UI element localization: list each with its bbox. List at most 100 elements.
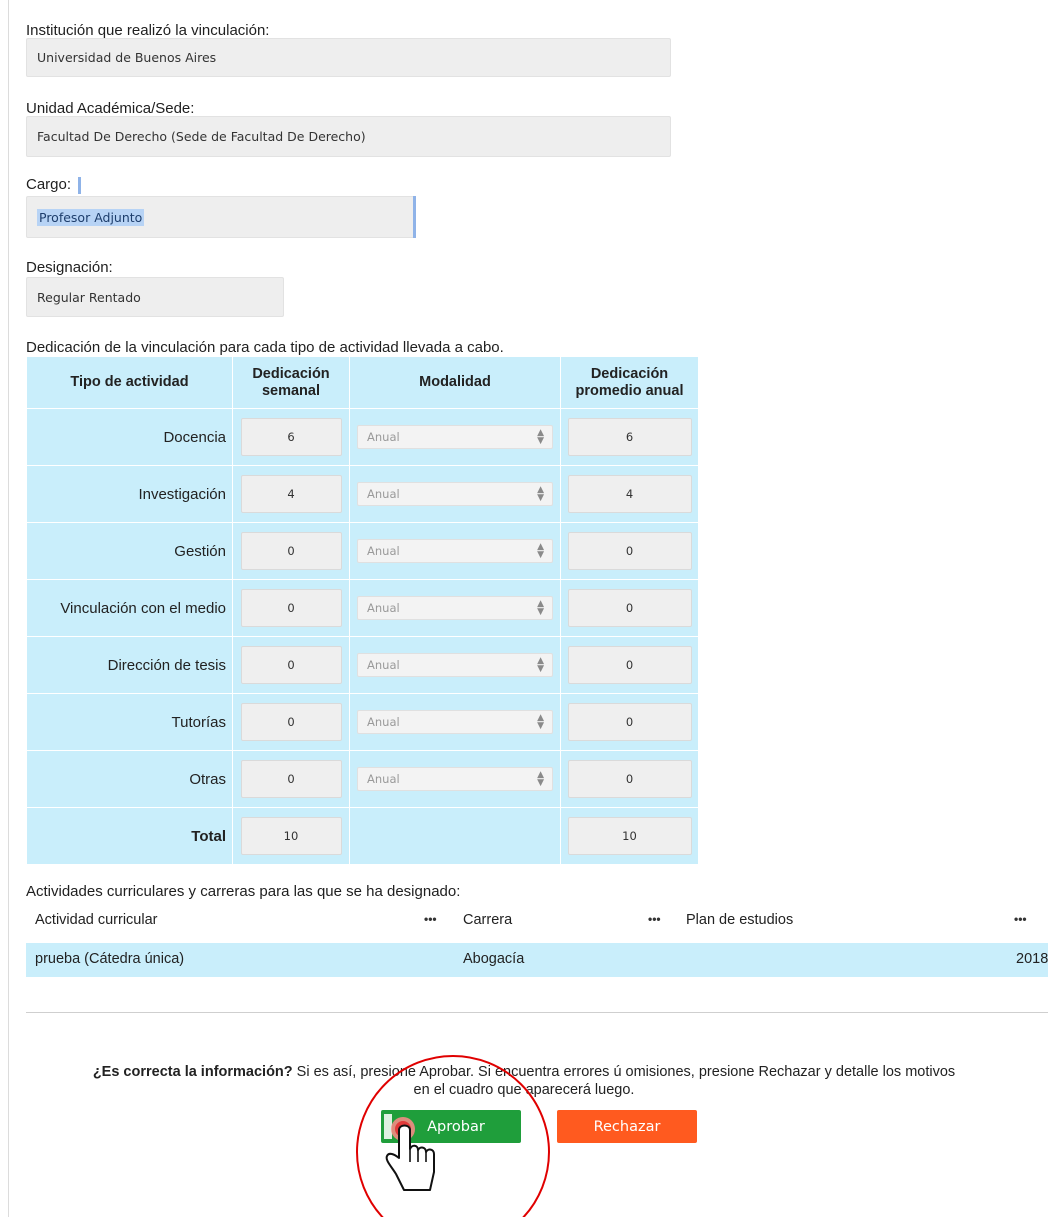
semanal-input[interactable]: 0 (240, 703, 342, 741)
semanal-cell: 0 (232, 579, 350, 637)
semanal-input[interactable]: 0 (240, 760, 342, 798)
modalidad-cell: Anual ▲ ▼ (349, 636, 561, 694)
dedication-row: Investigación 4 Anual ▲ ▼ 4 (26, 465, 699, 523)
unidad-value: Facultad De Derecho (Sede de Facultad De… (37, 129, 366, 144)
approve-label: Aprobar (427, 1118, 485, 1135)
header-modalidad: Modalidad (349, 356, 561, 409)
designacion-value: Regular Rentado (37, 289, 141, 305)
modalidad-select[interactable]: Anual ▲ ▼ (357, 482, 553, 506)
modalidad-select[interactable]: Anual ▲ ▼ (357, 767, 553, 791)
modalidad-value: Anual (367, 772, 400, 786)
actividad-cell: Gestión (26, 522, 233, 580)
select-arrows-icon: ▲ ▼ (537, 770, 544, 788)
total-row: Total 10 10 (26, 807, 699, 865)
modalidad-cell: Anual ▲ ▼ (349, 693, 561, 751)
anual-cell: 0 (560, 522, 699, 580)
total-anual: 10 (567, 817, 692, 855)
dedication-row: Gestión 0 Anual ▲ ▼ 0 (26, 522, 699, 580)
anual-cell: 0 (560, 579, 699, 637)
institucion-value: Universidad de Buenos Aires (37, 50, 217, 65)
anual-cell: 0 (560, 750, 699, 808)
modalidad-value: Anual (367, 487, 400, 501)
col-actividad[interactable]: Actividad curricular (35, 912, 158, 928)
anual-input[interactable]: 6 (567, 418, 692, 456)
modalidad-value: Anual (367, 715, 400, 729)
row-actividad: prueba (Cátedra única) (35, 951, 185, 967)
actividad-cell: Vinculación con el medio (26, 579, 233, 637)
dedication-row: Tutorías 0 Anual ▲ ▼ 0 (26, 693, 699, 751)
institucion-field: Universidad de Buenos Aires (26, 38, 671, 77)
col-actividad-menu-icon[interactable]: ••• (424, 912, 437, 926)
modalidad-cell: Anual ▲ ▼ (349, 750, 561, 808)
semanal-input[interactable]: 0 (240, 589, 342, 627)
institucion-label: Institución que realizó la vinculación: (26, 22, 270, 39)
confirm-question: ¿Es correcta la información? Si es así, … (0, 1063, 1048, 1099)
anual-cell: 4 (560, 465, 699, 523)
semanal-input[interactable]: 4 (240, 475, 342, 513)
modalidad-select[interactable]: Anual ▲ ▼ (357, 596, 553, 620)
semanal-cell: 0 (232, 750, 350, 808)
semanal-input[interactable]: 0 (240, 646, 342, 684)
col-carrera[interactable]: Carrera (463, 912, 512, 928)
approve-button[interactable]: Aprobar (381, 1110, 521, 1143)
cargo-label: Cargo: (26, 176, 72, 193)
dedication-caption: Dedicación de la vinculación para cada t… (26, 339, 504, 356)
semanal-cell: 0 (232, 636, 350, 694)
actividad-cell: Tutorías (26, 693, 233, 751)
total-semanal: 10 (240, 817, 342, 855)
row-carrera: Abogacía (463, 951, 525, 967)
modalidad-select[interactable]: Anual ▲ ▼ (357, 710, 553, 734)
modalidad-cell: Anual ▲ ▼ (349, 522, 561, 580)
semanal-input[interactable]: 0 (240, 532, 342, 570)
confirm-question-bold: ¿Es correcta la información? (92, 1064, 293, 1080)
select-arrows-icon: ▲ ▼ (537, 485, 544, 503)
semanal-input[interactable]: 6 (240, 418, 342, 456)
anual-input[interactable]: 0 (567, 532, 692, 570)
dedication-table: Tipo de actividad Dedicación semanal Moda… (26, 356, 699, 865)
dedication-header-row: Tipo de actividad Dedicación semanal Moda… (26, 356, 699, 409)
dedication-row: Dirección de tesis 0 Anual ▲ ▼ 0 (26, 636, 699, 694)
header-semanal: Dedicación semanal (232, 356, 350, 409)
selection-caret (78, 177, 81, 194)
anual-input[interactable]: 0 (567, 646, 692, 684)
approve-focus-mark (384, 1114, 392, 1139)
modalidad-cell: Anual ▲ ▼ (349, 465, 561, 523)
curricular-row[interactable]: prueba (Cátedra única) Abogacía 2018 (26, 943, 1048, 977)
select-arrows-icon: ▲ ▼ (537, 542, 544, 560)
row-plan: 2018 (1016, 951, 1048, 967)
divider (26, 1012, 1048, 1013)
designacion-label: Designación: (26, 259, 113, 276)
total-modalidad-cell (349, 807, 561, 865)
anual-input[interactable]: 4 (567, 475, 692, 513)
unidad-label: Unidad Académica/Sede: (26, 100, 195, 117)
modalidad-select[interactable]: Anual ▲ ▼ (357, 539, 553, 563)
actividad-cell: Dirección de tesis (26, 636, 233, 694)
header-tipo: Tipo de actividad (26, 356, 233, 409)
actividad-cell: Investigación (26, 465, 233, 523)
semanal-cell: 4 (232, 465, 350, 523)
modalidad-value: Anual (367, 658, 400, 672)
modalidad-select[interactable]: Anual ▲ ▼ (357, 425, 553, 449)
dedication-row: Docencia 6 Anual ▲ ▼ 6 (26, 408, 699, 466)
anual-input[interactable]: 0 (567, 703, 692, 741)
left-border (8, 0, 9, 1217)
curricular-grid-header: Actividad curricular ••• Carrera ••• Pla… (26, 906, 1048, 936)
modalidad-cell: Anual ▲ ▼ (349, 408, 561, 466)
actividad-cell: Docencia (26, 408, 233, 466)
anual-input[interactable]: 0 (567, 760, 692, 798)
anual-input[interactable]: 0 (567, 589, 692, 627)
confirm-question-line2: en el cuadro que aparecerá luego. (413, 1082, 635, 1098)
select-arrows-icon: ▲ ▼ (537, 599, 544, 617)
reject-label: Rechazar (593, 1118, 661, 1135)
select-arrows-icon: ▲ ▼ (537, 428, 544, 446)
col-plan-menu-icon[interactable]: ••• (1014, 912, 1027, 926)
col-carrera-menu-icon[interactable]: ••• (648, 912, 661, 926)
total-semanal-cell: 10 (232, 807, 350, 865)
total-label: Total (26, 807, 233, 865)
designacion-field: Regular Rentado (26, 277, 284, 317)
reject-button[interactable]: Rechazar (557, 1110, 697, 1143)
select-arrows-icon: ▲ ▼ (537, 656, 544, 674)
total-anual-cell: 10 (560, 807, 699, 865)
modalidad-select[interactable]: Anual ▲ ▼ (357, 653, 553, 677)
col-plan[interactable]: Plan de estudios (686, 912, 793, 928)
